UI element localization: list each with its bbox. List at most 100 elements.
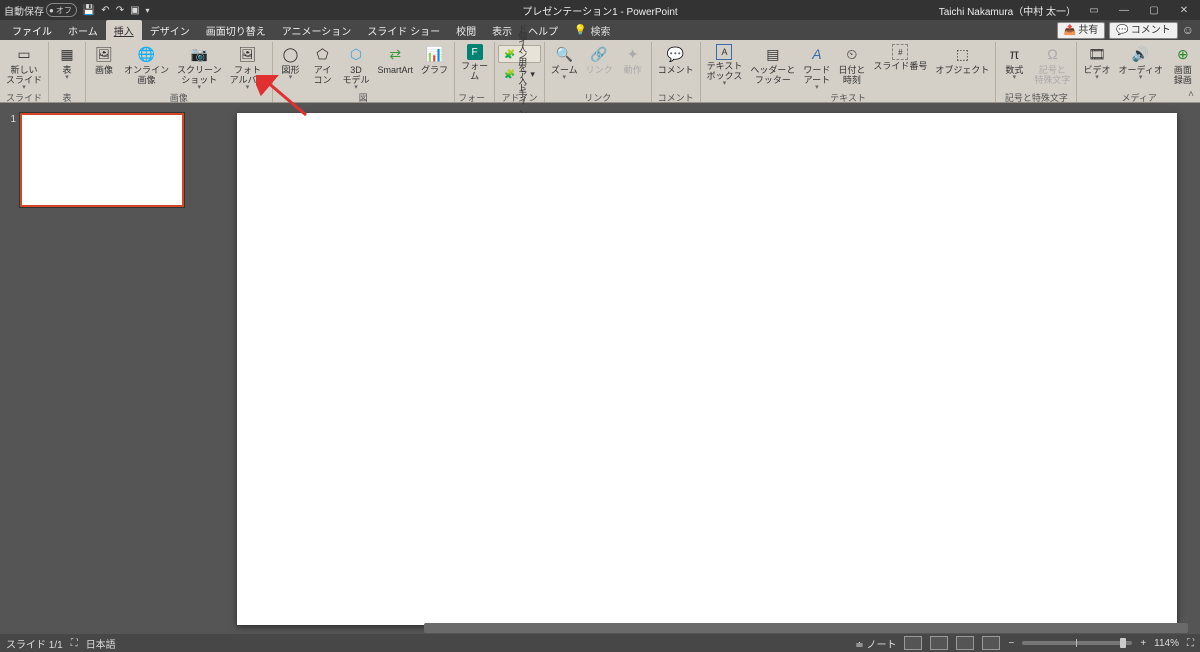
group-links: 🔍 ズーム ▾ 🔗 リンク ✦ 動作 リンク bbox=[545, 42, 652, 102]
tab-slideshow[interactable]: スライド ショー bbox=[359, 20, 448, 40]
tab-animations[interactable]: アニメーション bbox=[274, 20, 360, 40]
new-slide-button[interactable]: ▭ 新しい スライド ▾ bbox=[3, 43, 45, 91]
audio-button[interactable]: 🔊 オーディオ ▾ bbox=[1115, 43, 1165, 81]
comment-icon: 💬 bbox=[666, 44, 686, 64]
online-picture-button[interactable]: 🌐 オンライン 画像 bbox=[121, 43, 172, 85]
chart-icon: 📊 bbox=[425, 44, 445, 64]
group-symbols: π 数式 ▾ Ω 記号と 特殊文字 記号と特殊文字 bbox=[996, 42, 1077, 102]
video-button[interactable]: 🎞 ビデオ ▾ bbox=[1080, 43, 1113, 81]
tab-home[interactable]: ホーム bbox=[60, 20, 106, 40]
link-button[interactable]: 🔗 リンク bbox=[583, 43, 616, 75]
slide-indicator: スライド 1/1 bbox=[6, 636, 63, 651]
tab-transitions[interactable]: 画面切り替え bbox=[198, 20, 274, 40]
window-maximize-icon[interactable]: ▢ bbox=[1142, 2, 1166, 18]
tab-view[interactable]: 表示 bbox=[484, 20, 520, 40]
redo-icon[interactable]: ↷ bbox=[116, 5, 124, 16]
share-button[interactable]: 📤共有 bbox=[1057, 22, 1105, 39]
picture-icon: 🖼 bbox=[94, 44, 114, 64]
zoom-in-icon[interactable]: + bbox=[1140, 638, 1146, 649]
collapse-ribbon-icon[interactable]: ˄ bbox=[1188, 89, 1194, 100]
forms-icon: F bbox=[467, 44, 483, 60]
zoom-out-icon[interactable]: − bbox=[1008, 638, 1014, 649]
equation-button[interactable]: π 数式 ▾ bbox=[999, 43, 1029, 81]
screen-recording-button[interactable]: ⊕ 画面 録画 bbox=[1168, 43, 1198, 85]
my-addins-button[interactable]: 🧩 個人用アドイン ▾ bbox=[498, 65, 541, 83]
zoom-slider[interactable] bbox=[1022, 641, 1132, 645]
undo-icon[interactable]: ↶ bbox=[101, 5, 109, 16]
audio-icon: 🔊 bbox=[1131, 44, 1151, 64]
autosave-toggle[interactable]: 自動保存 ●オフ bbox=[4, 3, 77, 18]
group-text: A テキスト ボックス ▾ ▤ ヘッダーと フッター A ワード アート ▾ ⏲… bbox=[701, 42, 997, 102]
language-indicator[interactable]: 日本語 bbox=[86, 636, 116, 651]
zoom-percent[interactable]: 114% bbox=[1154, 638, 1179, 649]
group-images: 🖼 画像 🌐 オンライン 画像 📷 スクリーン ショット ▾ 🖼 フォト アルバ… bbox=[86, 42, 273, 102]
accessibility-icon[interactable]: ⛶ bbox=[71, 638, 78, 649]
table-button[interactable]: ▦ 表 ▾ bbox=[52, 43, 82, 81]
screenshot-icon: 📷 bbox=[189, 44, 209, 64]
slide-thumbnail[interactable] bbox=[20, 113, 184, 207]
wordart-button[interactable]: A ワード アート ▾ bbox=[800, 43, 833, 91]
smartart-icon: ⇄ bbox=[385, 44, 405, 64]
slide-canvas[interactable] bbox=[237, 113, 1177, 625]
slideshow-start-icon[interactable]: ▣ bbox=[130, 5, 139, 16]
slide-number-button[interactable]: # スライド番号 bbox=[870, 43, 930, 71]
comments-button[interactable]: 💬コメント bbox=[1109, 22, 1177, 39]
comment-icon: 💬 bbox=[1116, 24, 1128, 37]
window-close-icon[interactable]: ✕ bbox=[1172, 2, 1196, 18]
tell-me-search[interactable]: 💡 検索 bbox=[566, 20, 618, 40]
forms-button[interactable]: F フォー ム bbox=[458, 43, 491, 81]
datetime-icon: ⏲ bbox=[842, 44, 862, 64]
slide-sorter-view-icon[interactable] bbox=[930, 636, 948, 650]
cube-icon: ⬡ bbox=[346, 44, 366, 64]
tab-file[interactable]: ファイル bbox=[4, 20, 60, 40]
quick-access-toolbar: 自動保存 ●オフ 💾 ↶ ↷ ▣ ▾ bbox=[4, 3, 150, 18]
equation-icon: π bbox=[1004, 44, 1024, 64]
3d-models-button[interactable]: ⬡ 3D モデル ▾ bbox=[340, 43, 373, 91]
smartart-button[interactable]: ⇄ SmartArt bbox=[375, 43, 417, 75]
feedback-icon[interactable]: ☺ bbox=[1182, 23, 1194, 37]
zoom-button[interactable]: 🔍 ズーム ▾ bbox=[548, 43, 581, 81]
action-button[interactable]: ✦ 動作 bbox=[618, 43, 648, 75]
tab-insert[interactable]: 挿入 bbox=[106, 20, 142, 40]
icons-button[interactable]: ⬠ アイ コン bbox=[308, 43, 338, 85]
insert-comment-button[interactable]: 💬 コメント bbox=[655, 43, 697, 75]
ribbon-options-icon[interactable]: ▭ bbox=[1082, 2, 1106, 18]
tab-design[interactable]: デザイン bbox=[142, 20, 198, 40]
object-button[interactable]: ⬚ オブジェクト bbox=[932, 43, 992, 75]
fit-window-icon[interactable]: ⛶ bbox=[1187, 638, 1194, 649]
thumbnail-number: 1 bbox=[6, 113, 16, 125]
title-bar: 自動保存 ●オフ 💾 ↶ ↷ ▣ ▾ プレゼンテーション1 - PowerPoi… bbox=[0, 0, 1200, 20]
zoom-icon: 🔍 bbox=[554, 44, 574, 64]
screen-recording-icon: ⊕ bbox=[1173, 44, 1193, 64]
reading-view-icon[interactable] bbox=[956, 636, 974, 650]
tab-review[interactable]: 校閲 bbox=[448, 20, 484, 40]
screenshot-button[interactable]: 📷 スクリーン ショット ▾ bbox=[174, 43, 225, 91]
window-minimize-icon[interactable]: — bbox=[1112, 2, 1136, 18]
table-icon: ▦ bbox=[57, 44, 77, 64]
datetime-button[interactable]: ⏲ 日付と 時刻 bbox=[835, 43, 868, 85]
horizontal-scrollbar[interactable] bbox=[424, 623, 1188, 633]
action-icon: ✦ bbox=[623, 44, 643, 64]
shapes-button[interactable]: ◯ 図形 ▾ bbox=[276, 43, 306, 81]
symbol-button[interactable]: Ω 記号と 特殊文字 bbox=[1031, 43, 1073, 85]
qat-more-icon[interactable]: ▾ bbox=[146, 6, 150, 15]
shapes-icon: ◯ bbox=[281, 44, 301, 64]
slideshow-view-icon[interactable] bbox=[982, 636, 1000, 650]
chevron-down-icon: ▾ bbox=[65, 75, 69, 81]
notes-toggle[interactable]: ≐ ノート bbox=[855, 636, 896, 651]
textbox-button[interactable]: A テキスト ボックス ▾ bbox=[704, 43, 746, 87]
workspace: 1 bbox=[0, 103, 1200, 635]
photo-album-button[interactable]: 🖼 フォト アルバム ▾ bbox=[227, 43, 269, 91]
link-icon: 🔗 bbox=[589, 44, 609, 64]
online-picture-icon: 🌐 bbox=[137, 44, 157, 64]
save-icon[interactable]: 💾 bbox=[83, 5, 95, 16]
normal-view-icon[interactable] bbox=[904, 636, 922, 650]
ribbon-insert: ▭ 新しい スライド ▾ スライド ▦ 表 ▾ 表 🖼 画像 🌐 オンライン bbox=[0, 40, 1200, 103]
header-footer-button[interactable]: ▤ ヘッダーと フッター bbox=[747, 43, 798, 85]
search-icon: 💡 bbox=[574, 25, 586, 36]
textbox-icon: A bbox=[716, 44, 732, 60]
thumbnail-item[interactable]: 1 bbox=[6, 113, 206, 207]
picture-button[interactable]: 🖼 画像 bbox=[89, 43, 119, 75]
chart-button[interactable]: 📊 グラフ bbox=[418, 43, 451, 75]
slide-thumbnail-pane[interactable]: 1 bbox=[0, 103, 214, 635]
